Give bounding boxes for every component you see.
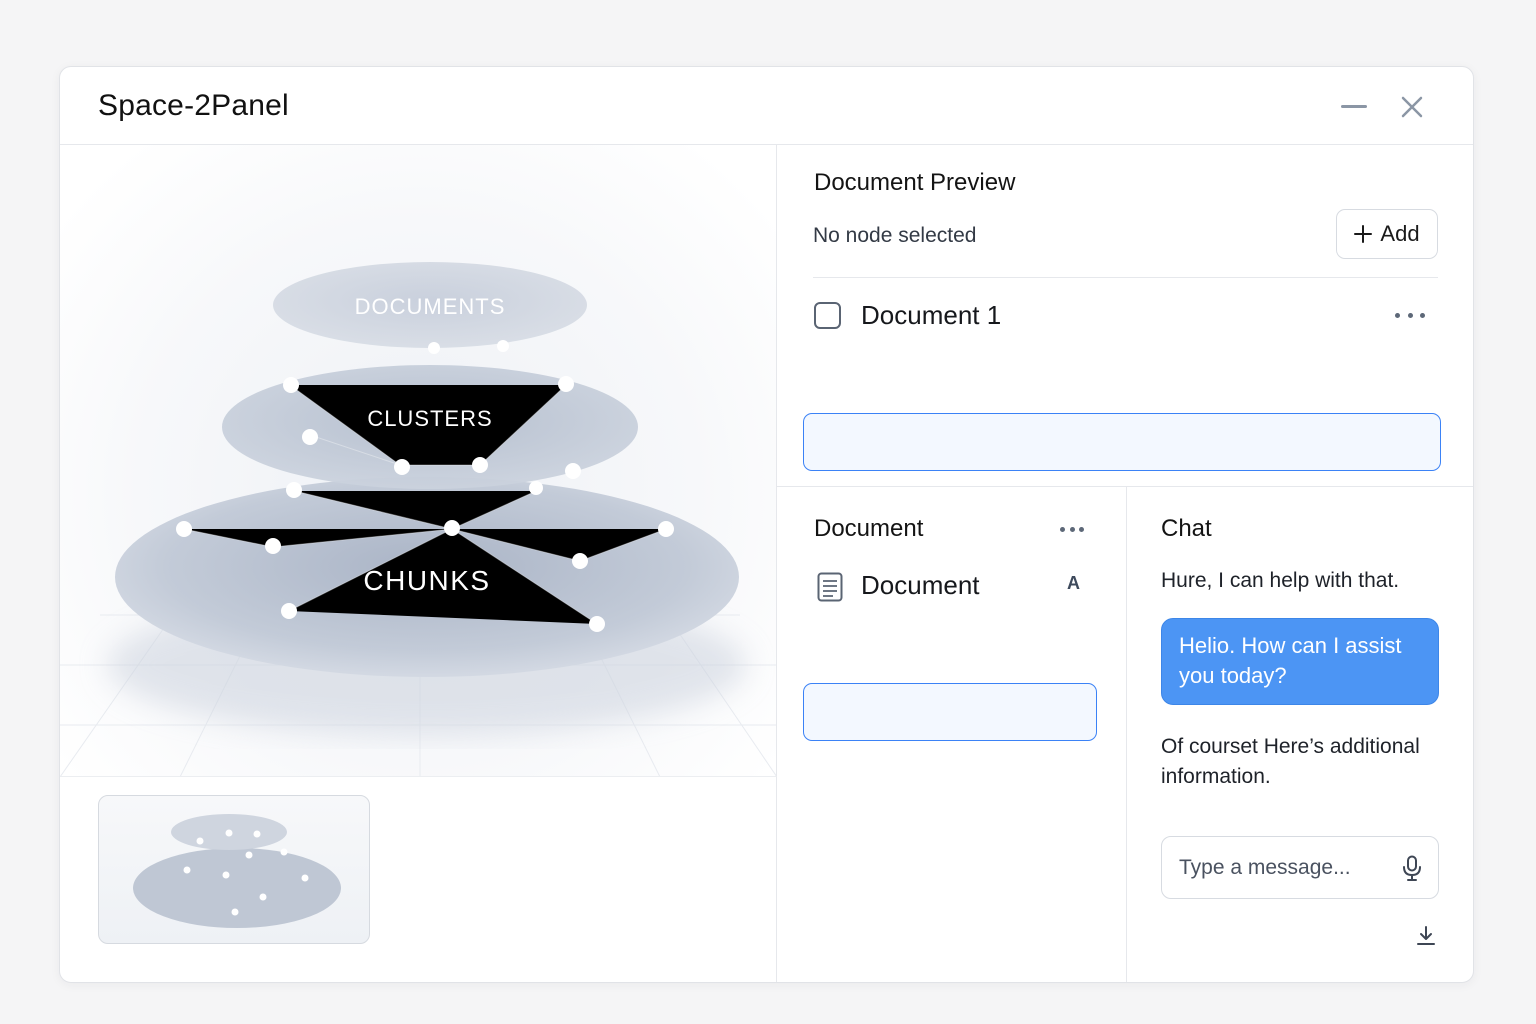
chat-user-bubble: Helio. How can I assist you today? xyxy=(1161,618,1439,705)
graph-node[interactable] xyxy=(394,459,410,475)
title-bar: Space-2Panel xyxy=(60,67,1473,145)
microphone-icon[interactable] xyxy=(1402,855,1422,881)
minimap-diagram xyxy=(133,814,341,928)
chat-message: Hure, I can help with that. xyxy=(1161,569,1400,592)
clock-icon xyxy=(1471,924,1474,948)
document-list-item-selected[interactable] xyxy=(803,683,1097,741)
close-icon xyxy=(1401,96,1423,118)
plus-icon xyxy=(1354,225,1373,243)
graph-node[interactable] xyxy=(444,520,460,536)
graph-node[interactable] xyxy=(589,616,605,632)
graph-node[interactable] xyxy=(472,457,488,473)
graph-node[interactable] xyxy=(558,376,574,392)
format-badge: A xyxy=(1067,573,1080,593)
document-name: Document 1 xyxy=(861,299,1002,330)
chat-title: Chat xyxy=(1161,515,1212,542)
history-button[interactable] xyxy=(1470,923,1474,949)
document-icon xyxy=(817,572,843,602)
document-item-name: Document xyxy=(861,570,980,600)
document-checkbox[interactable] xyxy=(814,302,841,329)
add-button-label: Add xyxy=(1380,221,1420,246)
graph-visualization[interactable]: DOCUMENTS CLUSTERS CHUNKS xyxy=(60,145,777,777)
window-title: Space-2Panel xyxy=(98,89,289,122)
graph-node[interactable] xyxy=(529,481,543,495)
graph-node[interactable] xyxy=(286,482,302,498)
preview-title: Document Preview xyxy=(814,169,1016,196)
graph-node[interactable] xyxy=(283,377,299,393)
document-panel: Document Document A xyxy=(777,487,1127,982)
minimap[interactable] xyxy=(98,795,370,944)
clusters-layer-label: CLUSTERS xyxy=(367,406,493,431)
graph-node[interactable] xyxy=(428,342,440,354)
more-options-icon[interactable] xyxy=(1060,527,1084,533)
graph-node[interactable] xyxy=(281,603,297,619)
download-button[interactable] xyxy=(1413,923,1439,949)
document-panel-title: Document xyxy=(814,515,924,542)
chat-panel: Chat Hure, I can help with that. Helio. … xyxy=(1127,487,1474,982)
chat-message: Of courset Here’s additional information… xyxy=(1161,735,1420,788)
document-preview-panel: Document Preview No node selected Add Do… xyxy=(777,145,1473,487)
documents-layer-label: DOCUMENTS xyxy=(354,294,506,319)
minimize-button[interactable] xyxy=(1336,89,1372,125)
chunks-layer-label: CHUNKS xyxy=(363,565,491,596)
document-row-selected[interactable] xyxy=(803,413,1441,471)
graph-node[interactable] xyxy=(565,463,581,479)
document-list-item[interactable]: Document A xyxy=(803,558,1097,616)
layer-diagram xyxy=(60,262,776,776)
preview-status: No node selected xyxy=(813,224,977,247)
graph-node[interactable] xyxy=(497,340,509,352)
chat-input-box xyxy=(1161,836,1439,899)
graph-node[interactable] xyxy=(176,521,192,537)
more-options-icon[interactable] xyxy=(1395,308,1425,322)
graph-node[interactable] xyxy=(658,521,674,537)
message-input[interactable] xyxy=(1179,849,1389,887)
close-button[interactable] xyxy=(1394,89,1430,125)
document-row[interactable]: Document 1 xyxy=(803,286,1441,344)
minimize-icon xyxy=(1341,105,1367,108)
app-window: Space-2Panel DOCUMENTS CLUSTERS CHUNKS D… xyxy=(59,66,1474,983)
add-button[interactable]: Add xyxy=(1336,209,1438,259)
divider xyxy=(813,277,1438,278)
download-icon xyxy=(1417,926,1435,945)
graph-node[interactable] xyxy=(265,538,281,554)
minimap-area xyxy=(60,777,777,982)
